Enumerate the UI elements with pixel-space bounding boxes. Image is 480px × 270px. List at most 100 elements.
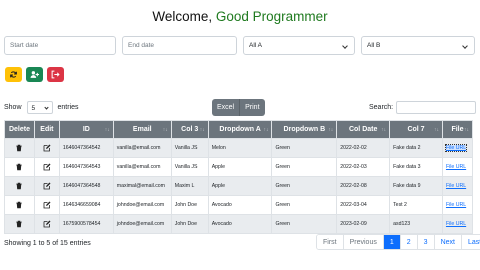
cell-col7: Fake data 2 xyxy=(389,138,443,158)
trash-icon xyxy=(16,201,23,209)
header-dropdown-a[interactable]: Dropdown A ↑↓ xyxy=(207,120,273,139)
edit-icon xyxy=(43,201,51,209)
cell-col7: Test 2 xyxy=(389,195,443,215)
page-2[interactable]: 2 xyxy=(400,235,418,249)
dropdown-b-filter[interactable]: All B xyxy=(361,36,475,55)
cell-col7: asd123 xyxy=(389,214,443,234)
trash-icon xyxy=(16,182,23,190)
cell-email: vanilla@email.com xyxy=(112,138,172,158)
data-table: Delete Edit ID ↑↓ Email ↑↓ Col 3 ↑↓ Dropdow… xyxy=(4,120,474,234)
delete-button[interactable] xyxy=(4,195,35,215)
delete-button[interactable] xyxy=(4,214,35,234)
export-buttons: Excel Print xyxy=(212,99,265,116)
cell-id: 1675900578454 xyxy=(58,214,114,234)
page-1[interactable]: 1 xyxy=(383,235,401,249)
search-input[interactable] xyxy=(396,101,477,114)
edit-icon xyxy=(43,163,51,171)
cell-col7: Fake data 3 xyxy=(389,157,443,177)
header-col7[interactable]: Col 7 ↑↓ xyxy=(389,120,443,139)
cell-id: 1646047364543 xyxy=(58,157,114,177)
delete-button[interactable] xyxy=(4,157,35,177)
cell-dropdown-b: Green xyxy=(271,176,338,196)
cell-dropdown-a: Melon xyxy=(207,138,273,158)
edit-icon xyxy=(43,182,51,190)
cell-col7: Fake data 9 xyxy=(389,176,443,196)
file-link[interactable]: File URL xyxy=(441,176,474,196)
pagination: First Previous 1 2 3 Next Last xyxy=(316,234,480,250)
cell-dropdown-a: Apple xyxy=(207,176,273,196)
cell-dropdown-b: Green xyxy=(271,157,338,177)
page-last[interactable]: Last xyxy=(461,235,480,249)
cell-id: 1646047364548 xyxy=(58,176,114,196)
header-dropdown-b[interactable]: Dropdown B ↑↓ xyxy=(271,120,338,139)
edit-button[interactable] xyxy=(33,214,60,234)
excel-button[interactable]: Excel xyxy=(212,99,241,116)
cell-id: 1646047364542 xyxy=(58,138,114,158)
cell-email: maximal@email.com xyxy=(112,176,172,196)
header-file[interactable]: File ↑↓ xyxy=(441,120,474,139)
trash-icon xyxy=(16,220,23,228)
cell-id: 1646346659084 xyxy=(58,195,114,215)
search-label: Search: xyxy=(369,104,394,111)
cell-email: vanilla@email.com xyxy=(112,157,172,177)
delete-button[interactable] xyxy=(4,138,35,158)
refresh-icon xyxy=(10,71,17,78)
header-col-date[interactable]: Col Date ↑↓ xyxy=(336,120,391,139)
table-row: 1646346659084 johndoe@email.com John Doe… xyxy=(4,195,474,215)
page-title: Welcome, Good Programmer xyxy=(0,9,480,24)
length-select[interactable]: 5 xyxy=(26,101,53,114)
edit-icon xyxy=(43,220,51,228)
cell-col3: Vanilla JS xyxy=(170,138,209,158)
delete-button[interactable] xyxy=(4,176,35,196)
cell-col3: John Doe xyxy=(170,195,209,215)
cell-col-date: 2022-02-02 xyxy=(336,138,391,158)
header-edit: Edit xyxy=(33,120,60,139)
page-first[interactable]: First xyxy=(317,235,344,249)
print-button[interactable]: Print xyxy=(240,99,265,116)
file-link[interactable]: File URL xyxy=(441,138,474,158)
page-3[interactable]: 3 xyxy=(417,235,435,249)
search-control: Search: xyxy=(369,101,477,114)
header-col3[interactable]: Col 3 ↑↓ xyxy=(170,120,209,139)
header-delete: Delete xyxy=(4,120,35,139)
table-row: 1646047364548 maximal@email.com Maxim L … xyxy=(4,176,474,196)
length-prefix: Show xyxy=(4,104,22,111)
length-suffix: entries xyxy=(57,104,79,111)
file-link[interactable]: File URL xyxy=(441,157,474,177)
header-email[interactable]: Email ↑↓ xyxy=(112,120,172,139)
page-next[interactable]: Next xyxy=(434,235,462,249)
cell-col-date: 2022-03-04 xyxy=(336,195,391,215)
table-info: Showing 1 to 5 of 15 entries xyxy=(4,240,91,247)
start-date-input[interactable]: Start date xyxy=(4,36,116,55)
length-control: Show 5 entries xyxy=(4,101,79,114)
edit-button[interactable] xyxy=(33,176,60,196)
cell-email: johndoe@email.com xyxy=(112,214,172,234)
cell-col3: Vanilla JS xyxy=(170,157,209,177)
trash-icon xyxy=(16,163,23,171)
sign-out-icon xyxy=(51,70,60,79)
table-row: 1675900578454 johndoe@email.com John Doe… xyxy=(4,214,474,234)
refresh-button[interactable] xyxy=(5,67,22,82)
file-link[interactable]: File URL xyxy=(441,214,474,234)
end-date-input[interactable]: End date xyxy=(122,36,237,55)
add-user-icon xyxy=(30,71,39,78)
cell-dropdown-a: Apple xyxy=(207,157,273,177)
add-user-button[interactable] xyxy=(26,67,43,82)
edit-button[interactable] xyxy=(33,157,60,177)
cell-dropdown-a: Avocado xyxy=(207,195,273,215)
cell-col-date: 2023-02-09 xyxy=(336,214,391,234)
cell-dropdown-a: Avocado xyxy=(207,214,273,234)
cell-email: johndoe@email.com xyxy=(112,195,172,215)
dropdown-a-filter[interactable]: All A xyxy=(243,36,355,55)
edit-button[interactable] xyxy=(33,138,60,158)
logout-button[interactable] xyxy=(47,67,64,82)
file-link[interactable]: File URL xyxy=(441,195,474,215)
cell-col-date: 2022-02-03 xyxy=(336,157,391,177)
table-row: 1646047364542 vanilla@email.com Vanilla … xyxy=(4,138,474,158)
table-row: 1646047364543 vanilla@email.com Vanilla … xyxy=(4,157,474,177)
cell-col3: Maxim L xyxy=(170,176,209,196)
cell-dropdown-b: Green xyxy=(271,195,338,215)
header-id[interactable]: ID ↑↓ xyxy=(58,120,114,139)
page-previous[interactable]: Previous xyxy=(343,235,384,249)
edit-button[interactable] xyxy=(33,195,60,215)
